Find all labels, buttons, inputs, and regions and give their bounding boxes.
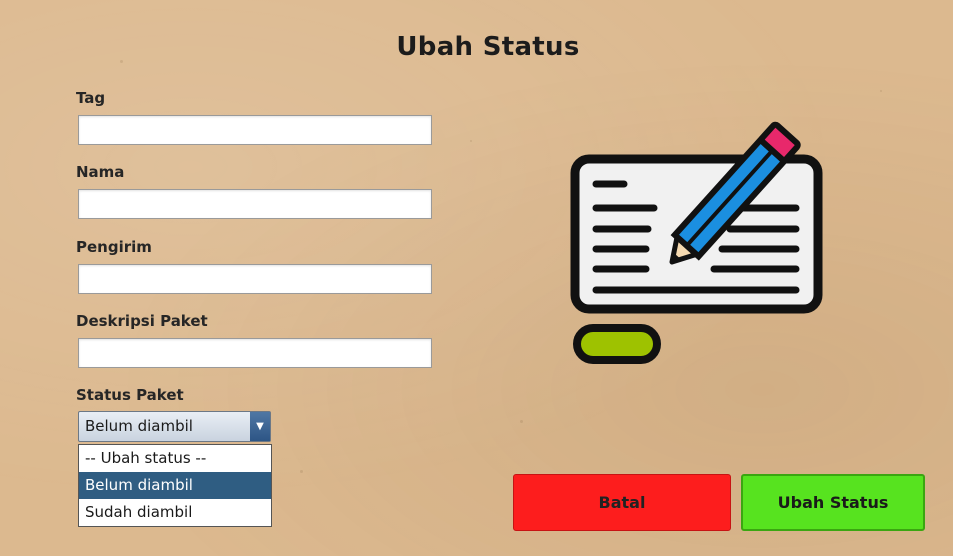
- status-option-belum-diambil[interactable]: Belum diambil: [79, 472, 271, 499]
- chevron-down-icon[interactable]: ▼: [250, 412, 270, 441]
- status-option-sudah-diambil[interactable]: Sudah diambil: [79, 499, 271, 526]
- status-dropdown-list: -- Ubah status -- Belum diambil Sudah di…: [78, 444, 272, 527]
- status-paket-label: Status Paket: [76, 386, 184, 404]
- page-title: Ubah Status: [396, 32, 580, 62]
- pengirim-label: Pengirim: [76, 238, 152, 256]
- ubah-status-button[interactable]: Ubah Status: [741, 474, 925, 531]
- paper-speck: [300, 470, 303, 473]
- deskripsi-paket-label: Deskripsi Paket: [76, 312, 208, 330]
- status-option-ubah[interactable]: -- Ubah status --: [79, 445, 271, 472]
- status-selected-value: Belum diambil: [85, 417, 193, 435]
- cancel-button[interactable]: Batal: [513, 474, 731, 531]
- tag-input[interactable]: [78, 115, 432, 145]
- nama-label: Nama: [76, 163, 125, 181]
- status-paket-select[interactable]: Belum diambil ▼: [78, 411, 271, 442]
- pengirim-input[interactable]: [78, 264, 432, 294]
- paper-speck: [880, 90, 882, 92]
- paper-speck: [470, 140, 472, 142]
- nama-input[interactable]: [78, 189, 432, 219]
- tag-label: Tag: [76, 89, 106, 107]
- deskripsi-paket-input[interactable]: [78, 338, 432, 368]
- edit-document-pencil-icon: [560, 112, 830, 372]
- paper-speck: [520, 420, 523, 423]
